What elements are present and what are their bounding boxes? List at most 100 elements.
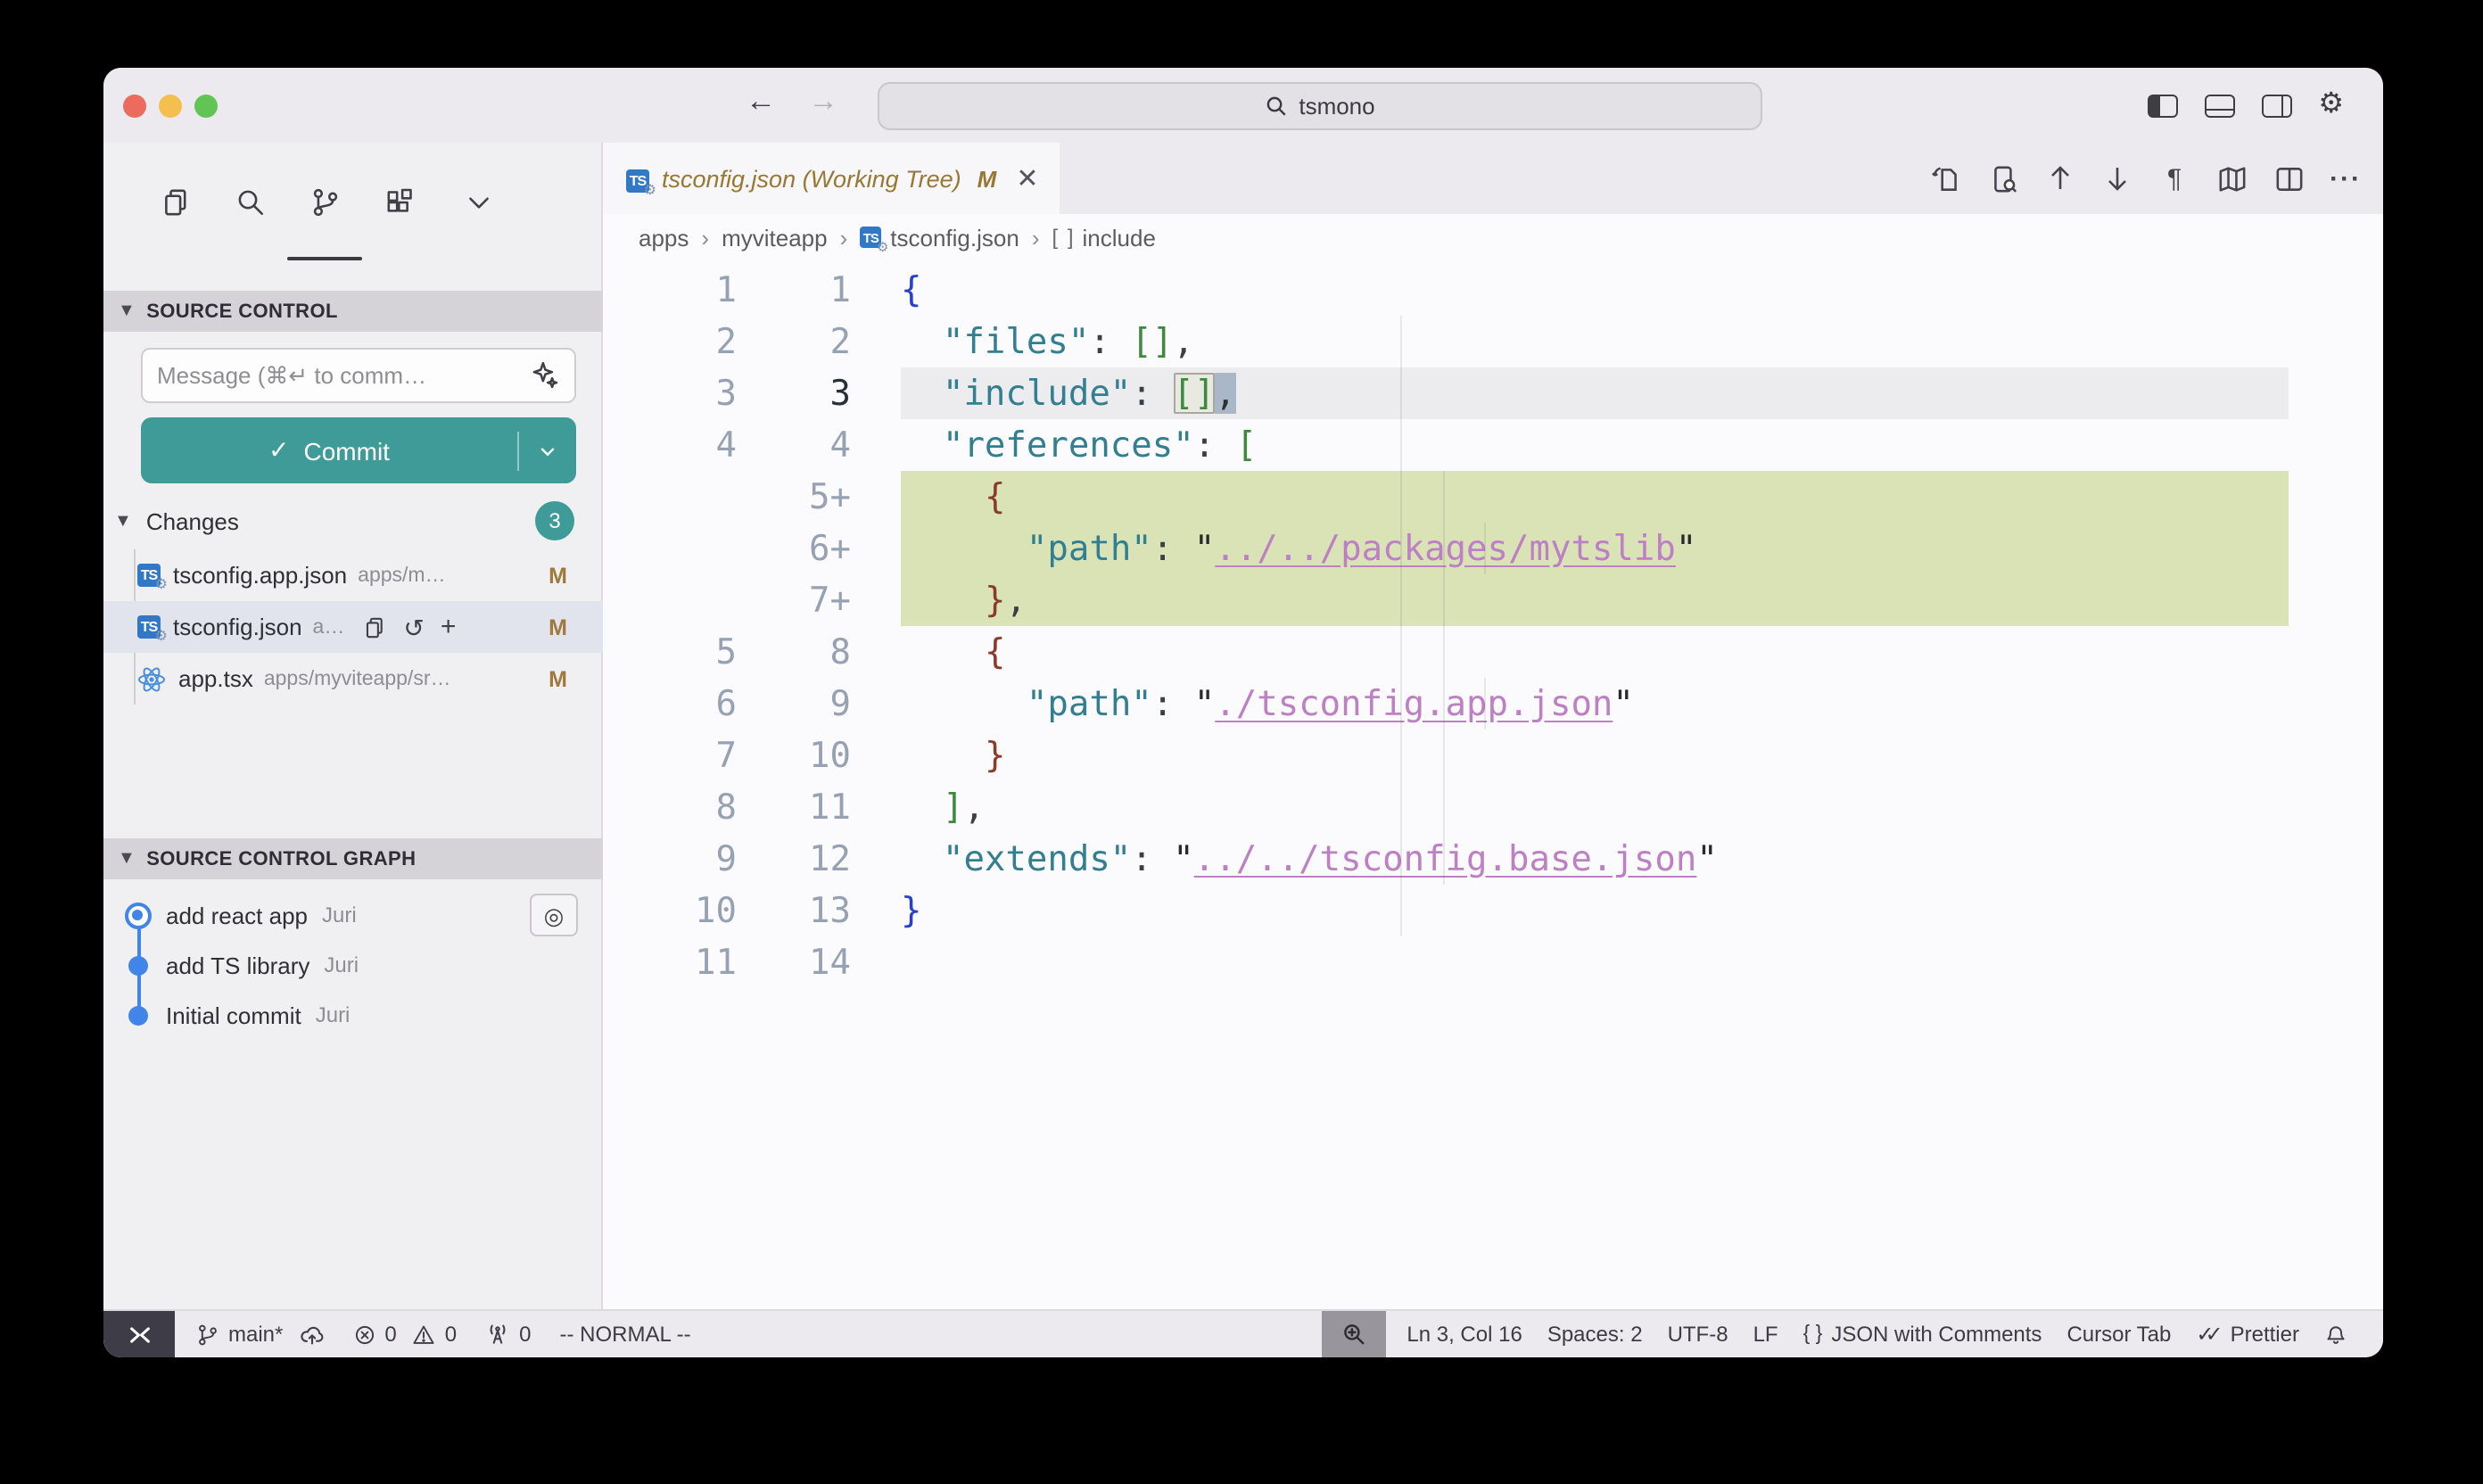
changed-file-row-app.tsx[interactable]: app.tsxapps/myviteapp/sr…M [103, 653, 603, 705]
command-center-search[interactable]: tsmono [878, 82, 1762, 130]
commit-row-Initial-commit[interactable]: Initial commitJuri [103, 990, 603, 1040]
zoom-indicator[interactable] [1321, 1311, 1385, 1357]
cursor-position[interactable]: Ln 3, Col 16 [1406, 1322, 1522, 1347]
search-editor-icon[interactable] [1987, 162, 2019, 194]
ports[interactable]: 0 [485, 1322, 531, 1347]
chevron-down-icon: ▼ [118, 301, 136, 321]
remote-indicator[interactable] [103, 1311, 175, 1357]
zoom-window-button[interactable] [194, 95, 218, 118]
chevron-down-icon: ▼ [118, 849, 136, 869]
chevron-down-icon [537, 440, 558, 461]
breadcrumb-item-include[interactable]: [ ]include [1052, 224, 1156, 251]
close-tab-icon[interactable]: ✕ [1016, 162, 1038, 194]
modified-line-number: 9 [737, 677, 851, 729]
discard-icon[interactable]: ↺ [403, 614, 424, 639]
notifications[interactable] [2324, 1323, 2347, 1346]
tab-tsconfig-working-tree[interactable]: TS⚙ tsconfig.json (Working Tree) M ✕ [603, 143, 1060, 214]
commit-button[interactable]: ✓Commit [141, 417, 576, 483]
files-icon[interactable] [152, 178, 198, 225]
changed-file-row-tsconfig.app.json[interactable]: TS⚙tsconfig.app.jsonapps/m…M [103, 549, 603, 601]
changed-file-row-tsconfig.json[interactable]: TS⚙tsconfig.jsona…↺+M [103, 601, 603, 653]
file-link[interactable]: ./tsconfig.app.json [1215, 682, 1613, 723]
eol[interactable]: LF [1753, 1322, 1778, 1347]
breadcrumb-item-apps[interactable]: apps [639, 224, 689, 251]
original-line-number: 4 [603, 418, 737, 470]
code-line[interactable]: 69 "path": "./tsconfig.app.json" [603, 677, 2289, 729]
code-line[interactable]: 58 { [603, 625, 2289, 677]
source-control-icon[interactable] [301, 178, 348, 225]
commit-message-input[interactable]: Message (⌘↵ to comm… [141, 348, 576, 403]
source-control-section-header[interactable]: ▼ SOURCE CONTROL [103, 291, 603, 332]
code-line[interactable]: 5+ { [603, 470, 2289, 522]
commit-dropdown-button[interactable] [519, 440, 576, 461]
problems[interactable]: 00 [352, 1322, 457, 1347]
commit-author: Juri [322, 903, 357, 928]
sparkle-icon[interactable] [530, 360, 560, 391]
commit-dot-icon [128, 1005, 148, 1025]
code-line[interactable]: 33 "include": [], [603, 367, 2289, 418]
branch-icon [196, 1323, 219, 1346]
commit-row-add-react-app[interactable]: add react app Juri ◎ [103, 890, 603, 940]
source-control-title: SOURCE CONTROL [146, 301, 338, 322]
code-line[interactable]: 7+ }, [603, 573, 2289, 625]
encoding[interactable]: UTF-8 [1668, 1322, 1728, 1347]
commit-message-placeholder: Message (⌘↵ to comm… [157, 361, 530, 390]
cloud-upload-icon [299, 1322, 324, 1347]
previous-change-icon[interactable] [2044, 162, 2076, 194]
breadcrumb-item-tsconfig.json[interactable]: TS⚙tsconfig.json [860, 224, 1019, 251]
chevron-down-icon[interactable] [455, 178, 501, 225]
goto-current-history-item-button[interactable]: ◎ [530, 894, 578, 936]
remote-icon [126, 1321, 153, 1348]
code-line[interactable]: 710 } [603, 729, 2289, 780]
language-mode[interactable]: { }JSON with Comments [1803, 1322, 2042, 1347]
changes-header[interactable]: ▼ Changes 3 [103, 498, 603, 544]
breadcrumb: apps›myviteapp›TS⚙tsconfig.json›[ ]inclu… [603, 214, 2383, 260]
toggle-primary-sidebar-icon[interactable] [2147, 94, 2177, 117]
code-line[interactable]: 22 "files": [], [603, 315, 2289, 367]
toggle-panel-icon[interactable] [2204, 94, 2234, 117]
indentation[interactable]: Spaces: 2 [1547, 1322, 1643, 1347]
minimize-window-button[interactable] [159, 95, 182, 118]
code-area[interactable]: 11{22 "files": [],33 "include": [],44 "r… [603, 263, 2289, 987]
desktop: ← → tsmono ⚙ ▼ SOURCE CONTROL Message (⌘… [0, 0, 2483, 1484]
commit-row-add-TS-library[interactable]: add TS libraryJuri [103, 940, 603, 990]
warning-icon [413, 1323, 436, 1346]
search-icon[interactable] [227, 178, 273, 225]
history-forward-icon[interactable]: → [808, 84, 838, 120]
original-line-number: 7 [603, 729, 737, 780]
split-editor-icon[interactable] [2273, 162, 2305, 194]
changed-files-list: TS⚙tsconfig.app.jsonapps/m…MTS⚙tsconfig.… [103, 549, 603, 705]
settings-gear-icon[interactable]: ⚙ [2318, 91, 2344, 120]
stage-icon[interactable]: + [441, 614, 457, 640]
code-line[interactable]: 1013} [603, 884, 2289, 936]
branch-indicator[interactable]: main* [196, 1322, 324, 1347]
vim-mode[interactable]: -- NORMAL -- [560, 1322, 691, 1347]
next-change-icon[interactable] [2101, 162, 2133, 194]
source-control-graph-header[interactable]: ▼ SOURCE CONTROL GRAPH [103, 838, 603, 879]
breadcrumb-item-myviteapp[interactable]: myviteapp [722, 224, 828, 251]
open-changes-icon[interactable] [1930, 162, 1962, 194]
cursor-tab[interactable]: Cursor Tab [2066, 1322, 2171, 1347]
tab-modified-badge: M [978, 165, 997, 192]
file-link[interactable]: ../../tsconfig.base.json [1194, 837, 1697, 878]
file-link[interactable]: ../../packages/mytslib [1215, 527, 1676, 568]
code-line[interactable]: 44 "references": [ [603, 418, 2289, 470]
open-file-icon[interactable] [362, 614, 387, 639]
code-line[interactable]: 6+ "path": "../../packages/mytslib" [603, 522, 2289, 573]
code-line[interactable]: 811 ], [603, 780, 2289, 832]
code-line[interactable]: 11{ [603, 263, 2289, 315]
formatter[interactable]: ✓✓Prettier [2196, 1322, 2299, 1347]
commit-author: Juri [324, 952, 359, 977]
minimap-icon[interactable] [2215, 162, 2248, 194]
toggle-secondary-sidebar-icon[interactable] [2261, 94, 2291, 117]
commit-message: add react app [166, 902, 308, 928]
more-actions-icon[interactable]: ··· [2330, 162, 2362, 194]
indent-guide [1484, 677, 1486, 729]
breadcrumb-separator-icon: › [1032, 224, 1040, 251]
toggle-whitespace-icon[interactable]: ¶ [2158, 162, 2190, 194]
code-line[interactable]: 1114 [603, 936, 2289, 987]
extensions-icon[interactable] [376, 178, 423, 225]
history-back-icon[interactable]: ← [746, 84, 776, 120]
close-window-button[interactable] [123, 95, 146, 118]
code-line[interactable]: 912 "extends": "../../tsconfig.base.json… [603, 832, 2289, 884]
